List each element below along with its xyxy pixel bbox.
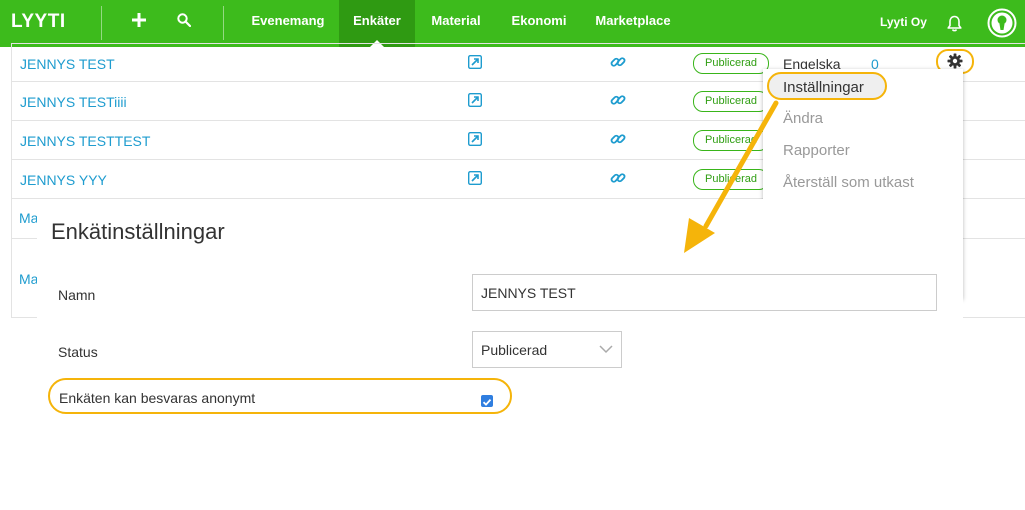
annotation-arrow-icon — [684, 100, 779, 253]
